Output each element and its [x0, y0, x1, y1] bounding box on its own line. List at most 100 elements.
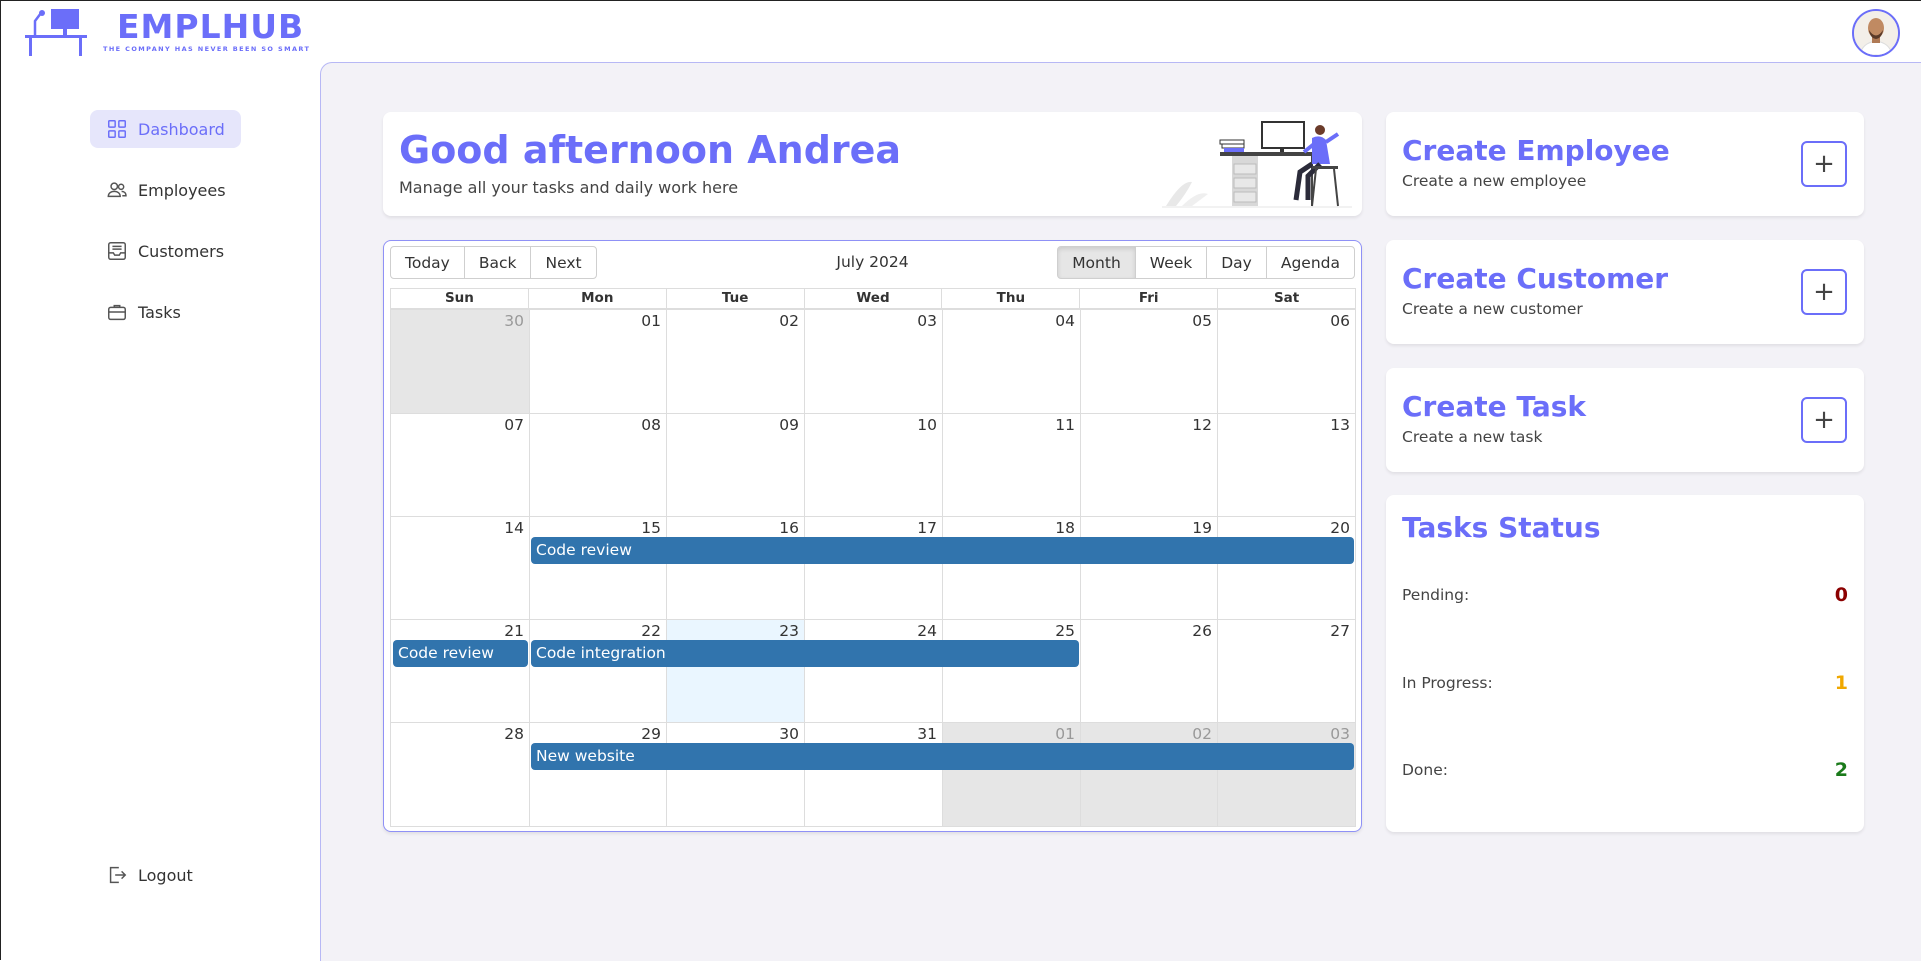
calendar-day-cell[interactable]: 30 — [391, 310, 529, 413]
weekday-label: Thu — [941, 289, 1079, 308]
day-number[interactable]: 05 — [1192, 312, 1212, 330]
calendar-event[interactable]: New website — [531, 743, 1354, 770]
calendar-day-cell[interactable]: 20 — [1217, 517, 1355, 620]
logout-icon — [106, 864, 128, 886]
day-number[interactable]: 30 — [779, 725, 799, 743]
calendar-day-cell[interactable]: 03 — [804, 310, 942, 413]
calendar: Today Back Next July 2024 Month Week Day… — [383, 240, 1362, 832]
calendar-day-cell[interactable]: 15 — [529, 517, 666, 620]
calendar-day-cell[interactable]: 24 — [804, 620, 942, 723]
day-number[interactable]: 14 — [504, 519, 524, 537]
calendar-day-cell[interactable]: 01 — [942, 723, 1080, 826]
day-number[interactable]: 31 — [917, 725, 937, 743]
calendar-day-cell[interactable]: 11 — [942, 414, 1080, 517]
calendar-day-cell[interactable]: 13 — [1217, 414, 1355, 517]
day-number[interactable]: 28 — [504, 725, 524, 743]
calendar-day-cell[interactable]: 07 — [391, 414, 529, 517]
view-day-button[interactable]: Day — [1206, 246, 1267, 279]
day-number[interactable]: 10 — [917, 416, 937, 434]
logout-button[interactable]: Logout — [90, 856, 209, 894]
view-month-button[interactable]: Month — [1057, 246, 1136, 279]
calendar-day-cell[interactable]: 17 — [804, 517, 942, 620]
calendar-event[interactable]: Code review — [531, 537, 1354, 564]
calendar-day-cell[interactable]: 01 — [529, 310, 666, 413]
sidebar-item-employees[interactable]: Employees — [90, 171, 242, 209]
calendar-day-cell[interactable]: 03 — [1217, 723, 1355, 826]
day-number[interactable]: 04 — [1055, 312, 1075, 330]
day-number[interactable]: 11 — [1055, 416, 1075, 434]
day-number[interactable]: 19 — [1192, 519, 1212, 537]
calendar-day-cell[interactable]: 10 — [804, 414, 942, 517]
calendar-day-cell[interactable]: 28 — [391, 723, 529, 826]
calendar-day-cell[interactable]: 30 — [666, 723, 804, 826]
desk-logo-icon — [25, 9, 87, 56]
calendar-day-cell[interactable]: 04 — [942, 310, 1080, 413]
calendar-event[interactable]: Code review — [393, 640, 528, 667]
day-number[interactable]: 27 — [1330, 622, 1350, 640]
day-number[interactable]: 15 — [641, 519, 661, 537]
day-number[interactable]: 16 — [779, 519, 799, 537]
create-customer-button[interactable]: + — [1801, 269, 1847, 315]
day-number[interactable]: 01 — [1055, 725, 1075, 743]
day-number[interactable]: 12 — [1192, 416, 1212, 434]
calendar-day-cell[interactable]: 08 — [529, 414, 666, 517]
calendar-day-cell[interactable]: 26 — [1080, 620, 1217, 723]
calendar-day-cell[interactable]: 23 — [666, 620, 804, 723]
calendar-day-cell[interactable]: 09 — [666, 414, 804, 517]
day-number[interactable]: 13 — [1330, 416, 1350, 434]
calendar-view-group: Month Week Day Agenda — [1057, 246, 1355, 279]
day-number[interactable]: 18 — [1055, 519, 1075, 537]
view-week-button[interactable]: Week — [1134, 246, 1208, 279]
day-number[interactable]: 01 — [641, 312, 661, 330]
calendar-day-cell[interactable]: 21 — [391, 620, 529, 723]
day-number[interactable]: 24 — [917, 622, 937, 640]
calendar-day-cell[interactable]: 19 — [1080, 517, 1217, 620]
calendar-event[interactable]: Code integration — [531, 640, 1079, 667]
create-employee-button[interactable]: + — [1801, 141, 1847, 187]
view-agenda-button[interactable]: Agenda — [1265, 246, 1355, 279]
create-task-button[interactable]: + — [1801, 397, 1847, 443]
day-number[interactable]: 20 — [1330, 519, 1350, 537]
day-number[interactable]: 02 — [779, 312, 799, 330]
day-number[interactable]: 25 — [1055, 622, 1075, 640]
day-number[interactable]: 07 — [504, 416, 524, 434]
day-number[interactable]: 26 — [1192, 622, 1212, 640]
sidebar-item-dashboard[interactable]: Dashboard — [90, 110, 241, 148]
back-button[interactable]: Back — [463, 246, 532, 279]
calendar-day-cell[interactable]: 06 — [1217, 310, 1355, 413]
calendar-day-cell[interactable]: 25 — [942, 620, 1080, 723]
calendar-day-cell[interactable]: 02 — [1080, 723, 1217, 826]
day-number[interactable]: 09 — [779, 416, 799, 434]
calendar-day-cell[interactable]: 29 — [529, 723, 666, 826]
day-number[interactable]: 03 — [917, 312, 937, 330]
calendar-day-cell[interactable]: 27 — [1217, 620, 1355, 723]
calendar-day-cell[interactable]: 16 — [666, 517, 804, 620]
calendar-day-cell[interactable]: 31 — [804, 723, 942, 826]
calendar-day-cell[interactable]: 22 — [529, 620, 666, 723]
calendar-week-row: 30 01 02 03 04 05 06 — [391, 309, 1355, 413]
sidebar-item-tasks[interactable]: Tasks — [90, 293, 197, 331]
next-button[interactable]: Next — [530, 246, 597, 279]
today-button[interactable]: Today — [390, 246, 465, 279]
day-number[interactable]: 03 — [1330, 725, 1350, 743]
calendar-day-cell[interactable]: 02 — [666, 310, 804, 413]
day-number[interactable]: 22 — [641, 622, 661, 640]
day-number[interactable]: 21 — [504, 622, 524, 640]
calendar-day-cell[interactable]: 14 — [391, 517, 529, 620]
day-number[interactable]: 23 — [779, 622, 799, 640]
sidebar-item-customers[interactable]: Customers — [90, 232, 240, 270]
status-value: 0 — [1834, 584, 1848, 606]
day-number[interactable]: 08 — [641, 416, 661, 434]
calendar-day-cell[interactable]: 05 — [1080, 310, 1217, 413]
day-number[interactable]: 29 — [641, 725, 661, 743]
user-avatar[interactable] — [1852, 9, 1900, 57]
status-label: In Progress: — [1402, 674, 1493, 692]
calendar-day-cell[interactable]: 12 — [1080, 414, 1217, 517]
app-logo[interactable]: EMPLHUB THE COMPANY HAS NEVER BEEN SO SM… — [25, 7, 309, 61]
day-number[interactable]: 30 — [504, 312, 524, 330]
day-number[interactable]: 02 — [1192, 725, 1212, 743]
create-task-subtitle: Create a new task — [1402, 428, 1543, 446]
calendar-day-cell[interactable]: 18 — [942, 517, 1080, 620]
day-number[interactable]: 17 — [917, 519, 937, 537]
day-number[interactable]: 06 — [1330, 312, 1350, 330]
